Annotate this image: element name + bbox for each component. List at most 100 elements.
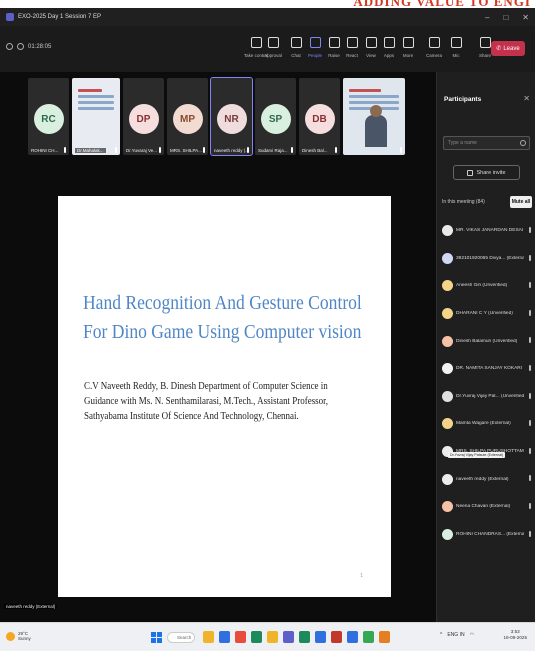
windows-start-icon[interactable] — [151, 632, 162, 643]
slide-title: Hand Recognition And Gesture Control For… — [83, 289, 362, 347]
taskbar-app-icon[interactable] — [251, 631, 262, 643]
mic-icon — [529, 502, 531, 509]
avatar — [442, 418, 453, 430]
people-icon — [309, 37, 321, 48]
person-figure — [365, 115, 387, 147]
toolbar-more-button[interactable]: More — [397, 32, 419, 66]
participant-row[interactable]: naveeth reddy (External) — [442, 465, 534, 493]
mic-icon — [529, 309, 531, 316]
taskbar-app-icon[interactable] — [219, 631, 230, 643]
taskbar-app-icon[interactable] — [379, 631, 390, 643]
hand-icon — [250, 37, 262, 48]
window-titlebar: EXO-2025 Day 1 Session 7 EP – □ ✕ — [0, 8, 535, 26]
participant-name: ROHINI CHANDRAS... (External) — [456, 531, 524, 537]
toolbar-approval-button[interactable]: Approval — [262, 32, 284, 66]
participant-tile[interactable]: DB Dinesh Bal... — [299, 78, 340, 155]
participant-tile[interactable]: MP MRS. SHILPA... — [167, 78, 208, 155]
avatar — [442, 501, 453, 513]
participant-tile[interactable]: SP Sudarvi Raja... — [255, 78, 296, 155]
toolbar-mic-button[interactable]: Mic — [445, 32, 467, 66]
in-meeting-section[interactable]: In this meeting (84) Mute all — [442, 196, 532, 208]
mic-icon — [529, 337, 531, 344]
taskbar-search[interactable]: Search — [167, 632, 195, 643]
participants-panel: Participants ✕ Type a name Share invite … — [436, 72, 535, 622]
tile-name: Dr.Yuvaraj Ve... — [126, 148, 158, 153]
participant-row[interactable]: Dinesh Balamuri (Unverified) — [442, 327, 534, 355]
participant-tile[interactable]: Dr.Mahalak... — [72, 78, 120, 155]
participant-name: MR. VIKAS JANARDAN DESAI — [456, 228, 524, 234]
participant-tooltip: Dr.Yuvraj Vijay Patsute (External) — [448, 452, 506, 458]
tile-name: Dinesh Bal... — [302, 148, 328, 153]
lang-indicator[interactable]: ENG IN — [447, 632, 464, 638]
taskbar-app-icon[interactable] — [363, 631, 374, 643]
participant-name: Mamta Wagare (External) — [456, 421, 511, 427]
chevron-up-icon[interactable]: ^ — [440, 632, 442, 638]
participant-row[interactable]: Mamta Wagare (External) — [442, 410, 534, 438]
participant-search-input[interactable]: Type a name — [443, 136, 530, 150]
avatar: MP — [172, 104, 203, 134]
person-figure — [370, 105, 382, 117]
taskbar-app-icon[interactable] — [283, 631, 294, 643]
weather-desc: Sunny — [18, 636, 31, 641]
close-icon[interactable]: ✕ — [522, 13, 529, 22]
meeting-timer: 01:28:05 — [28, 43, 52, 50]
mic-icon — [529, 420, 531, 427]
participant-tile[interactable]: NR naveeth reddy (... — [210, 77, 253, 156]
participant-row[interactable]: ROHINI CHANDRAS... (External) — [442, 521, 534, 549]
participant-row[interactable]: Dr.Yuvraj Vijay Pat... (Unverified) — [442, 383, 534, 411]
clock[interactable]: 3:53 19-09-2025 — [504, 629, 528, 641]
participant-tile[interactable] — [343, 78, 405, 155]
taskbar-app-icon[interactable] — [267, 631, 278, 643]
taskbar-app-icon[interactable] — [299, 631, 310, 643]
participant-row[interactable]: Aneesh Giri (Unverified) — [442, 272, 534, 300]
taskbar-app-icon[interactable] — [315, 631, 326, 643]
minimize-icon[interactable]: – — [485, 13, 489, 22]
weather-widget[interactable]: 29°C Sunny — [6, 631, 31, 641]
avatar — [442, 225, 453, 237]
chat-icon — [290, 37, 302, 48]
mic-icon — [203, 147, 205, 153]
participant-tiles: RC ROHINI CH... Dr.Mahalak... DP Dr.Yuvaraj … — [28, 77, 405, 156]
system-tray: ^ ENG IN ◠ — [440, 632, 474, 638]
mic-icon — [400, 147, 402, 153]
mute-all-button[interactable]: Mute all — [510, 196, 532, 208]
taskbar-app-icon[interactable] — [203, 631, 214, 643]
mic-icon — [450, 37, 462, 48]
mic-icon — [529, 530, 531, 537]
taskbar-app-icon[interactable] — [331, 631, 342, 643]
participant-tile[interactable]: DP Dr.Yuvaraj Ve... — [123, 78, 164, 155]
toolbar-camera-button[interactable]: Camera — [423, 32, 445, 66]
leave-label: Leave — [503, 45, 520, 52]
participant-row[interactable]: 392101920065 Divya... (External) — [442, 245, 534, 273]
meeting-toolbar: 01:28:05 Take control Approval Chat People R… — [0, 26, 535, 72]
participant-row[interactable]: DHARANI C Y (Unverified) — [442, 300, 534, 328]
mic-icon — [247, 147, 249, 153]
view-icon — [365, 37, 377, 48]
phone-icon: ✆ — [496, 46, 502, 52]
mic-icon — [529, 364, 531, 371]
avatar — [442, 528, 453, 540]
participant-name: DHARANI C Y (Unverified) — [456, 311, 513, 317]
avatar — [442, 473, 453, 485]
participant-tile[interactable]: RC ROHINI CH... — [28, 78, 69, 155]
window-controls: – □ ✕ — [485, 8, 529, 26]
close-panel-icon[interactable]: ✕ — [523, 94, 530, 103]
section-label: In this meeting (84) — [442, 199, 485, 205]
participant-name: Neena Chavan (External) — [456, 504, 511, 510]
participant-row[interactable]: Neena Chavan (External) — [442, 493, 534, 521]
tile-name: ROHINI CH... — [31, 148, 59, 153]
wifi-icon[interactable]: ◠ — [470, 632, 474, 638]
slide-title-line-2: For Dino Game Using Computer vision — [83, 322, 362, 343]
taskbar-app-icon[interactable] — [235, 631, 246, 643]
mic-icon — [529, 227, 531, 233]
maximize-icon[interactable]: □ — [503, 13, 508, 22]
taskbar-app-icon[interactable] — [347, 631, 358, 643]
share-invite-button[interactable]: Share invite — [453, 165, 520, 180]
participant-row[interactable]: MR. VIKAS JANARDAN DESAI — [442, 217, 534, 245]
teams-app-icon — [6, 13, 14, 21]
participant-row[interactable]: DR. NAMITA SANJAY KOKARI — [442, 355, 534, 383]
mic-icon — [529, 254, 531, 261]
participant-name: naveeth reddy (External) — [456, 476, 509, 482]
mic-icon — [64, 147, 66, 153]
leave-button[interactable]: ✆ Leave — [491, 41, 525, 56]
